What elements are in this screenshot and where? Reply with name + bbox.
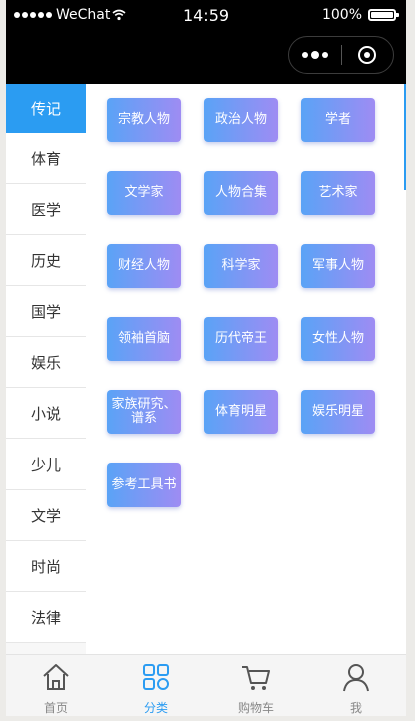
category-tag[interactable]: 财经人物	[107, 244, 181, 288]
sidebar-item[interactable]: 娱乐	[6, 337, 86, 388]
category-tag[interactable]: 科学家	[204, 244, 278, 288]
more-icon[interactable]	[289, 50, 341, 59]
category-tag[interactable]: 娱乐明星	[301, 390, 375, 434]
category-tag[interactable]: 家族研究、谱系	[107, 390, 181, 434]
user-icon	[340, 661, 372, 697]
sidebar-item[interactable]: 传记	[6, 84, 86, 133]
sidebar-item[interactable]: 时尚	[6, 541, 86, 592]
sidebar-item[interactable]: 历史	[6, 235, 86, 286]
category-sidebar: 传记 体育 医学 历史 国学 娱乐 小说 少儿 文学 时尚 法律	[6, 84, 86, 654]
scrollbar[interactable]	[404, 84, 406, 190]
cart-icon	[240, 661, 272, 697]
sidebar-item[interactable]: 小说	[6, 388, 86, 439]
category-tag[interactable]: 政治人物	[204, 98, 278, 142]
nav-bar	[6, 32, 406, 84]
category-tag[interactable]: 宗教人物	[107, 98, 181, 142]
category-icon	[140, 661, 172, 697]
close-circle-icon	[358, 46, 377, 64]
close-button[interactable]	[341, 46, 393, 64]
sidebar-item[interactable]: 体育	[6, 133, 86, 184]
battery-percent: 100%	[321, 7, 362, 23]
tab-label: 分类	[143, 701, 168, 715]
tab-label: 首页	[43, 701, 68, 715]
tab-user[interactable]: 我	[306, 655, 406, 716]
category-tag[interactable]: 体育明星	[204, 390, 278, 434]
sidebar-item[interactable]: 文学	[6, 490, 86, 541]
category-tag[interactable]: 文学家	[107, 171, 181, 215]
tab-home[interactable]: 首页	[6, 655, 106, 716]
tab-label: 购物车	[237, 701, 274, 715]
category-tag[interactable]: 领袖首脑	[107, 317, 181, 361]
category-tag[interactable]: 历代帝王	[204, 317, 278, 361]
category-tag[interactable]: 学者	[301, 98, 375, 142]
battery-area: 100%	[321, 7, 399, 23]
sidebar-item[interactable]: 少儿	[6, 439, 86, 490]
battery-icon	[368, 9, 399, 21]
tab-bar: 首页 分类 购物车 我	[6, 654, 406, 716]
category-tag[interactable]: 艺术家	[301, 171, 375, 215]
tab-cart[interactable]: 购物车	[206, 655, 306, 716]
home-icon	[40, 661, 72, 697]
sidebar-item[interactable]: 国学	[6, 286, 86, 337]
category-tag[interactable]: 女性人物	[301, 317, 375, 361]
status-bar: WeChat 14:59 100%	[6, 0, 406, 32]
category-tag[interactable]: 人物合集	[204, 171, 278, 215]
main-content: 传记 体育 医学 历史 国学 娱乐 小说 少儿 文学 时尚 法律 宗教人物 政治人物 学者文学家 人物合集…	[6, 84, 406, 654]
sidebar-item[interactable]: 医学	[6, 184, 86, 235]
tab-category[interactable]: 分类	[106, 655, 206, 716]
sidebar-item[interactable]: 法律	[6, 592, 86, 643]
mini-program-capsule	[288, 36, 394, 74]
subcategory-grid: 宗教人物 政治人物 学者文学家 人物合集 艺术家财经人物 科学家 军事人物领袖首脑 历代帝王女…	[107, 98, 387, 507]
tab-label: 我	[349, 701, 362, 715]
category-tag[interactable]: 军事人物	[301, 244, 375, 288]
category-tag[interactable]: 参考工具书	[107, 463, 181, 507]
